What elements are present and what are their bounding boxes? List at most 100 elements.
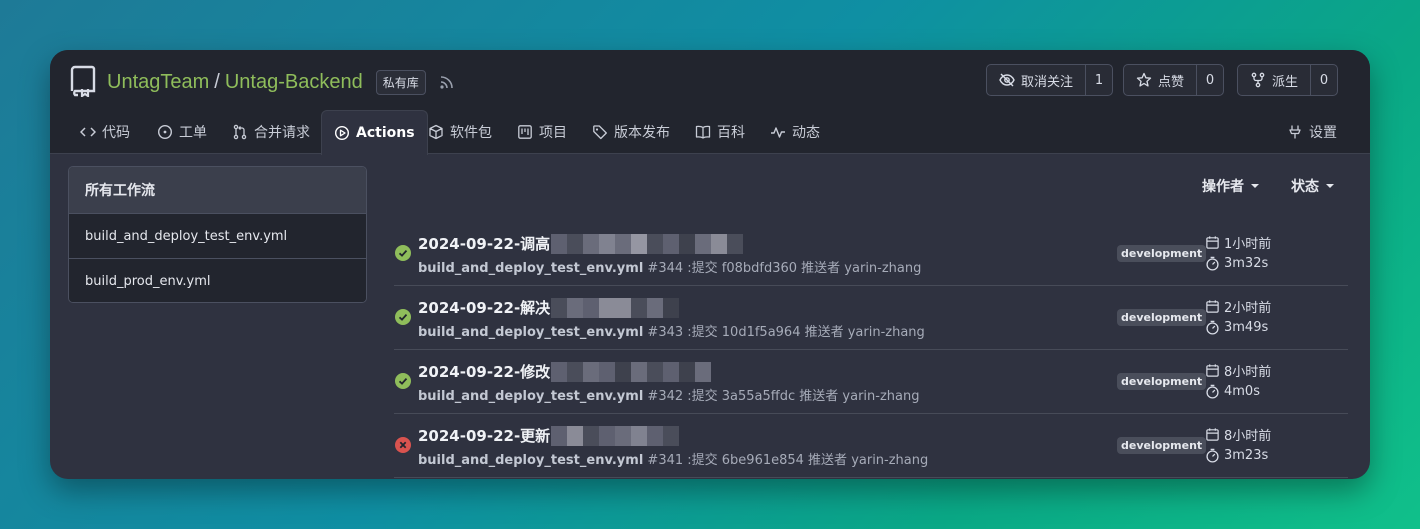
star-icon <box>1136 72 1152 87</box>
workflow-item[interactable]: build_prod_env.yml <box>69 259 366 302</box>
actor-filter-label: 操作者 <box>1202 179 1244 195</box>
stopwatch-icon <box>1206 448 1219 463</box>
stopwatch-icon <box>1206 320 1219 335</box>
branch-badge[interactable]: development <box>1117 373 1207 390</box>
tab-wiki[interactable]: 百科 <box>683 110 757 154</box>
run-title-link[interactable]: 2024-09-22-解决 <box>418 297 680 318</box>
run-time-text: 8小时前 <box>1224 429 1272 444</box>
run-detail: #342 :提交 3a55a5ffdc 推送者 yarin-zhang <box>643 389 920 404</box>
rss-icon[interactable] <box>439 74 455 90</box>
watch-label: 取消关注 <box>1021 74 1074 90</box>
branch-badge[interactable]: development <box>1117 437 1207 454</box>
run-detail: #341 :提交 6be961e854 推送者 yarin-zhang <box>643 453 929 468</box>
repo-separator: / <box>214 70 220 93</box>
tab-actions[interactable]: Actions <box>321 110 428 155</box>
fork-button[interactable]: 派生 <box>1238 65 1312 95</box>
run-title-link[interactable]: 2024-09-22-修改 <box>418 361 712 382</box>
code-icon <box>80 127 96 137</box>
run-list: 2024-09-22-调高 build_and_deploy_test_env.… <box>394 222 1348 478</box>
status-filter-dropdown[interactable]: 状态 <box>1291 176 1334 196</box>
run-row[interactable]: 2024-09-22-解决 build_and_deploy_test_env.… <box>394 286 1348 350</box>
run-time: 8小时前 <box>1205 361 1271 380</box>
run-workflow-name: build_and_deploy_test_env.yml <box>418 389 644 404</box>
run-meta-line: build_and_deploy_test_env.yml #343 :提交 1… <box>418 321 925 340</box>
branch-badge[interactable]: development <box>1117 245 1207 262</box>
tab-projects[interactable]: 项目 <box>505 110 579 154</box>
run-detail: #343 :提交 10d1f5a964 推送者 yarin-zhang <box>643 325 925 340</box>
fork-icon <box>1251 72 1265 88</box>
tab-releases[interactable]: 版本发布 <box>580 110 682 154</box>
redacted-text <box>551 297 680 318</box>
calendar-icon <box>1206 236 1219 249</box>
stopwatch-icon <box>1206 384 1219 399</box>
star-button[interactable]: 点赞 <box>1124 65 1198 95</box>
pulse-icon <box>771 127 785 138</box>
tab-code[interactable]: 代码 <box>68 110 142 154</box>
run-meta-line: build_and_deploy_test_env.yml #342 :提交 3… <box>418 385 919 404</box>
run-duration: 3m23s <box>1205 448 1268 463</box>
tag-icon <box>593 125 607 140</box>
book-icon <box>695 125 711 139</box>
tab-packages[interactable]: 软件包 <box>416 110 504 154</box>
tab-label: 设置 <box>1309 125 1337 141</box>
repo-tabs: 代码 工单 合并请求 Actions 软件包 项目 版本发布 百科 动态 设置 <box>50 110 1370 155</box>
repo-owner-link[interactable]: UntagTeam <box>107 71 209 94</box>
redacted-text <box>551 361 712 382</box>
run-duration: 3m49s <box>1205 320 1268 335</box>
run-workflow-name: build_and_deploy_test_env.yml <box>418 261 644 276</box>
run-duration-text: 3m32s <box>1224 256 1269 271</box>
play-icon <box>334 125 350 141</box>
run-detail: #344 :提交 f08bdfd360 推送者 yarin-zhang <box>643 261 922 276</box>
run-title-link[interactable]: 2024-09-22-调高 <box>418 233 744 254</box>
run-workflow-name: build_and_deploy_test_env.yml <box>418 453 644 468</box>
run-row[interactable]: 2024-09-22-调高 build_and_deploy_test_env.… <box>394 222 1348 286</box>
run-workflow-name: build_and_deploy_test_env.yml <box>418 325 644 340</box>
issue-icon <box>157 124 173 140</box>
watch-count[interactable]: 1 <box>1086 65 1112 95</box>
tab-settings[interactable]: 设置 <box>1275 110 1349 154</box>
run-duration-text: 4m0s <box>1224 384 1260 399</box>
run-duration: 4m0s <box>1205 384 1260 399</box>
status-filter-label: 状态 <box>1291 179 1319 195</box>
tab-issues[interactable]: 工单 <box>145 110 219 154</box>
run-time: 1小时前 <box>1205 233 1271 252</box>
private-badge: 私有库 <box>375 69 426 95</box>
watch-button-group: 取消关注 1 <box>986 64 1114 96</box>
all-workflows-item[interactable]: 所有工作流 <box>69 167 366 214</box>
run-meta-line: build_and_deploy_test_env.yml #344 :提交 f… <box>418 257 921 276</box>
branch-badge[interactable]: development <box>1117 309 1207 326</box>
run-title-text: 2024-09-22-调高 <box>418 235 551 253</box>
repo-title: UntagTeam / Untag-Backend 私有库 <box>107 68 455 96</box>
run-duration-text: 3m23s <box>1224 448 1269 463</box>
repo-name-link[interactable]: Untag-Backend <box>225 71 363 94</box>
repo-icon <box>70 65 96 97</box>
run-row[interactable]: 2024-09-22-修改 build_and_deploy_test_env.… <box>394 350 1348 414</box>
star-count[interactable]: 0 <box>1197 65 1223 95</box>
run-duration: 3m32s <box>1205 256 1268 271</box>
tab-activity[interactable]: 动态 <box>758 110 832 154</box>
run-row[interactable]: 2024-09-22-更新 build_and_deploy_test_env.… <box>394 414 1348 478</box>
workflow-item[interactable]: build_and_deploy_test_env.yml <box>69 214 366 259</box>
tab-label: 软件包 <box>450 125 492 141</box>
fork-count[interactable]: 0 <box>1311 65 1337 95</box>
tab-label: 动态 <box>792 125 820 141</box>
tab-pull-requests[interactable]: 合并请求 <box>220 110 322 154</box>
eye-slash-icon <box>999 73 1015 87</box>
run-time: 8小时前 <box>1205 425 1271 444</box>
run-time-text: 1小时前 <box>1224 237 1272 252</box>
star-label: 点赞 <box>1158 74 1185 90</box>
fork-button-group: 派生 0 <box>1237 64 1339 96</box>
actor-filter-dropdown[interactable]: 操作者 <box>1202 176 1259 196</box>
fork-label: 派生 <box>1272 74 1299 90</box>
tools-icon <box>1289 125 1301 139</box>
repo-header: UntagTeam / Untag-Backend 私有库 取消关注 1 点赞 … <box>50 50 1370 155</box>
tab-label: 代码 <box>102 125 130 141</box>
watch-button[interactable]: 取消关注 <box>987 65 1087 95</box>
run-time: 2小时前 <box>1205 297 1271 316</box>
pull-request-icon <box>233 124 247 140</box>
caret-down-icon <box>1326 184 1334 188</box>
run-title-text: 2024-09-22-修改 <box>418 363 551 381</box>
star-button-group: 点赞 0 <box>1123 64 1225 96</box>
tab-label: 合并请求 <box>254 125 310 141</box>
run-title-link[interactable]: 2024-09-22-更新 <box>418 425 680 446</box>
